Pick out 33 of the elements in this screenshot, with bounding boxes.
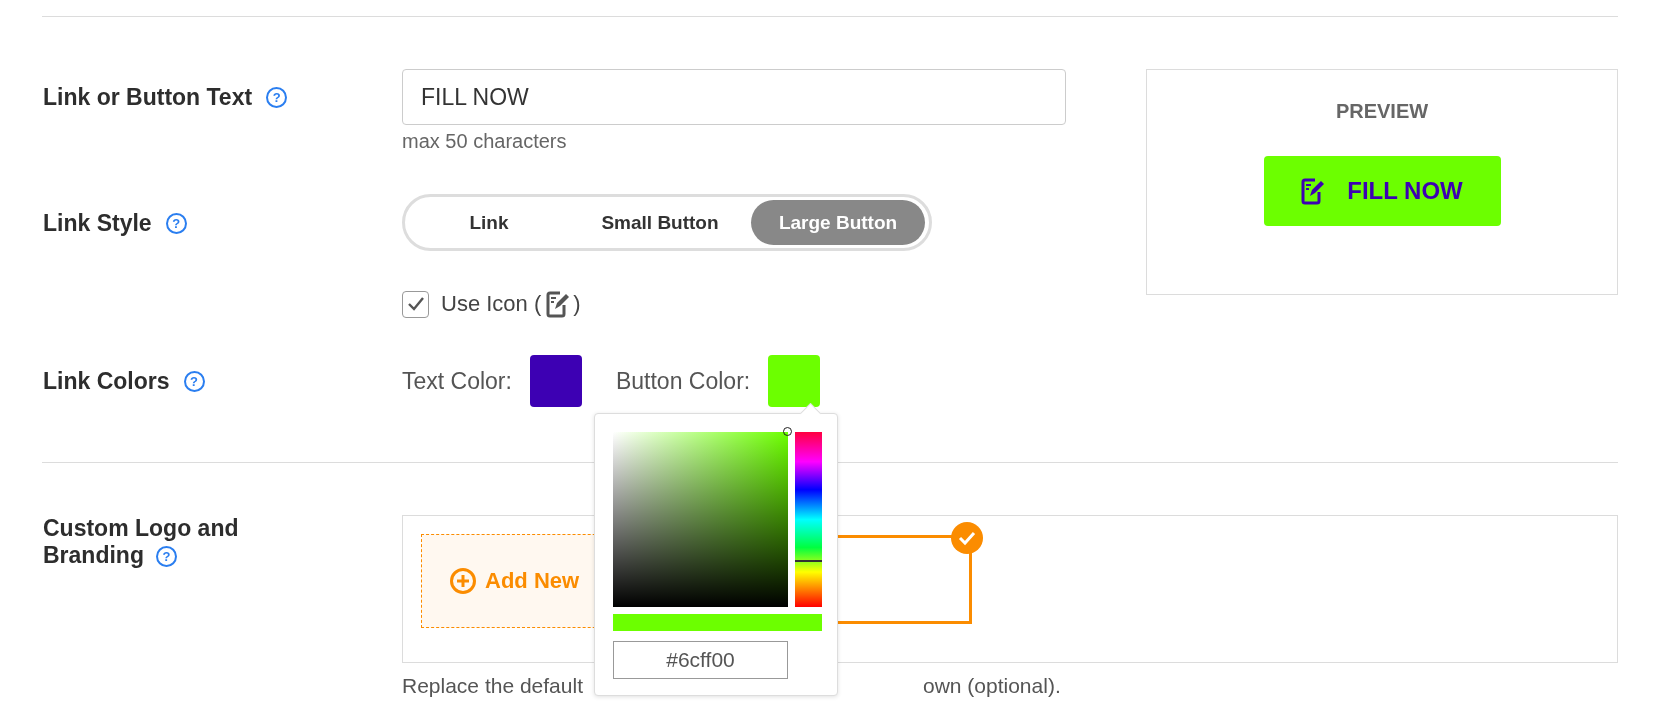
checkbox[interactable] (402, 290, 429, 318)
help-icon[interactable]: ? (266, 86, 288, 108)
plus-icon (449, 567, 477, 595)
edit-icon (1301, 177, 1326, 205)
style-option[interactable]: Link (409, 200, 569, 245)
checkbox-label: ) (573, 291, 581, 317)
check-icon (951, 522, 983, 554)
saturation-area[interactable] (613, 432, 788, 607)
field-label: Custom Logo and Branding ? (43, 515, 239, 568)
edit-icon (545, 290, 572, 318)
help-text: Replace the default (402, 675, 583, 697)
color-label: Text Color: (402, 367, 512, 395)
help-text: own (optional). (922, 675, 1061, 697)
field-label: Link Colors (43, 367, 170, 395)
color-swatch[interactable] (529, 355, 582, 407)
check-icon (406, 296, 425, 312)
preview-button[interactable]: FILL NOW (1263, 156, 1501, 226)
field-label: Link or Button Text (43, 83, 253, 111)
color-label: Button Color: (615, 367, 751, 395)
hue-slider[interactable] (795, 432, 822, 607)
field-label: Link Style (43, 209, 152, 237)
help-icon[interactable]: ? (165, 212, 187, 234)
checkbox-label: Use Icon ( (441, 291, 542, 317)
color-swatch[interactable] (768, 355, 821, 407)
help-icon[interactable]: ? (183, 370, 205, 392)
preview-title: PREVIEW (1335, 100, 1429, 123)
style-option[interactable]: Large Button (751, 200, 925, 245)
hex-input[interactable]: #6cff00 (613, 641, 788, 679)
hint-text: max 50 characters (402, 130, 568, 153)
input-field[interactable]: FILL NOW (402, 69, 1066, 125)
hue-marker[interactable] (795, 559, 822, 562)
help-icon[interactable]: ? (155, 546, 177, 568)
style-option[interactable]: Small Button (569, 200, 751, 245)
